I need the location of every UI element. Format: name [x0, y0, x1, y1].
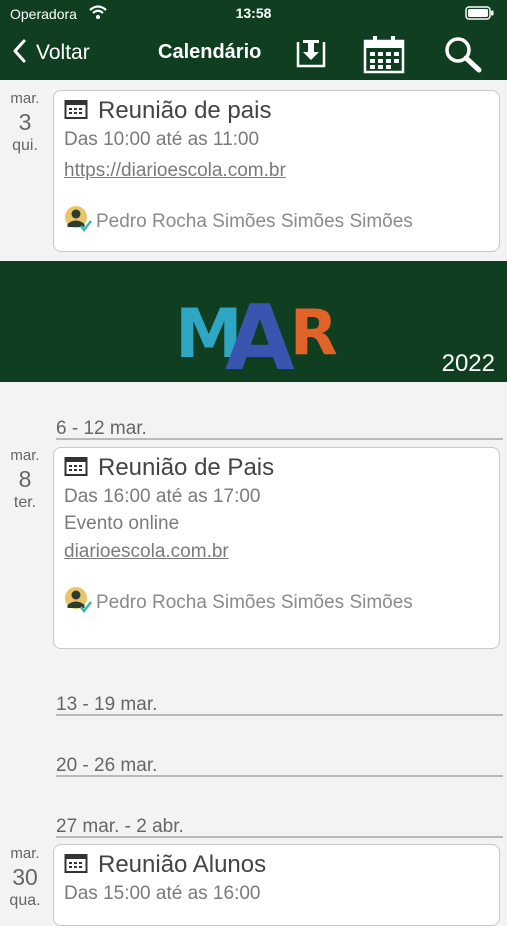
- month-logo: M A R: [175, 286, 338, 382]
- week-separator: 20 - 26 mar.: [56, 751, 503, 777]
- week-range: 6 - 12 mar.: [56, 418, 147, 439]
- event-owner: Pedro Rocha Simões Simões Simões: [96, 210, 413, 232]
- event-title: Reunião de Pais: [98, 454, 275, 481]
- status-time: 13:58: [235, 5, 272, 21]
- calendar-icon: [64, 852, 88, 879]
- page-title: Calendário: [158, 41, 262, 63]
- day-number: 8: [18, 466, 32, 492]
- calendar-icon: [64, 455, 88, 482]
- event-time: Das 15:00 até as 16:00: [64, 883, 261, 904]
- day-weekday: qui.: [12, 137, 38, 154]
- banner-year: 2022: [441, 350, 495, 377]
- event-note: Evento online: [64, 513, 180, 534]
- user-check-icon: [64, 586, 92, 619]
- back-button[interactable]: Voltar: [12, 38, 90, 68]
- week-range: 27 mar. - 2 abr.: [56, 816, 184, 837]
- event-card[interactable]: Reunião Alunos Das 15:00 até as 16:00: [53, 844, 500, 926]
- event-time: Das 10:00 até as 11:00: [64, 129, 260, 150]
- day-label: mar. 30 qua.: [0, 845, 50, 910]
- event-title: Reunião Alunos: [98, 851, 267, 878]
- day-month: mar.: [10, 90, 40, 107]
- month-letter: R: [290, 296, 338, 369]
- download-button[interactable]: [292, 34, 330, 77]
- week-separator: 6 - 12 mar.: [56, 414, 503, 440]
- event-owner: Pedro Rocha Simões Simões Simões: [96, 591, 413, 613]
- month-banner: M A R 2022: [0, 261, 507, 382]
- week-range: 13 - 19 mar.: [56, 694, 158, 715]
- day-month: mar.: [10, 845, 40, 862]
- day-number: 3: [18, 109, 32, 135]
- day-number: 30: [12, 864, 38, 890]
- day-label: mar. 3 qui.: [0, 90, 50, 155]
- week-separator: 27 mar. - 2 abr.: [56, 812, 503, 838]
- user-check-icon: [64, 205, 92, 238]
- search-icon: [445, 37, 482, 73]
- event-card[interactable]: Reunião de pais Das 10:00 até as 11:00 h…: [53, 90, 500, 252]
- day-label: mar. 8 ter.: [0, 447, 50, 512]
- navigation-bar: Voltar Calendário: [0, 28, 507, 80]
- week-separator: 13 - 19 mar.: [56, 690, 503, 716]
- chevron-left-icon: [12, 39, 26, 68]
- status-bar: Operadora 13:58: [0, 0, 507, 28]
- back-label: Voltar: [36, 41, 90, 64]
- month-letter: A: [225, 286, 295, 382]
- calendar-icon: [64, 98, 88, 125]
- search-button[interactable]: [442, 34, 484, 79]
- day-month: mar.: [10, 447, 40, 464]
- download-icon: [296, 40, 326, 68]
- day-weekday: qua.: [9, 892, 41, 909]
- event-card[interactable]: Reunião de Pais Das 16:00 até as 17:00 E…: [53, 447, 500, 649]
- calendar-button[interactable]: [362, 34, 406, 79]
- day-weekday: ter.: [13, 494, 37, 511]
- battery-icon: [465, 6, 495, 23]
- event-link[interactable]: https://diarioescola.com.br: [64, 160, 286, 182]
- event-link[interactable]: diarioescola.com.br: [64, 541, 229, 563]
- event-title: Reunião de pais: [98, 97, 272, 124]
- calendar-icon: [363, 36, 405, 74]
- event-time: Das 16:00 até as 17:00: [64, 486, 261, 507]
- week-range: 20 - 26 mar.: [56, 755, 158, 776]
